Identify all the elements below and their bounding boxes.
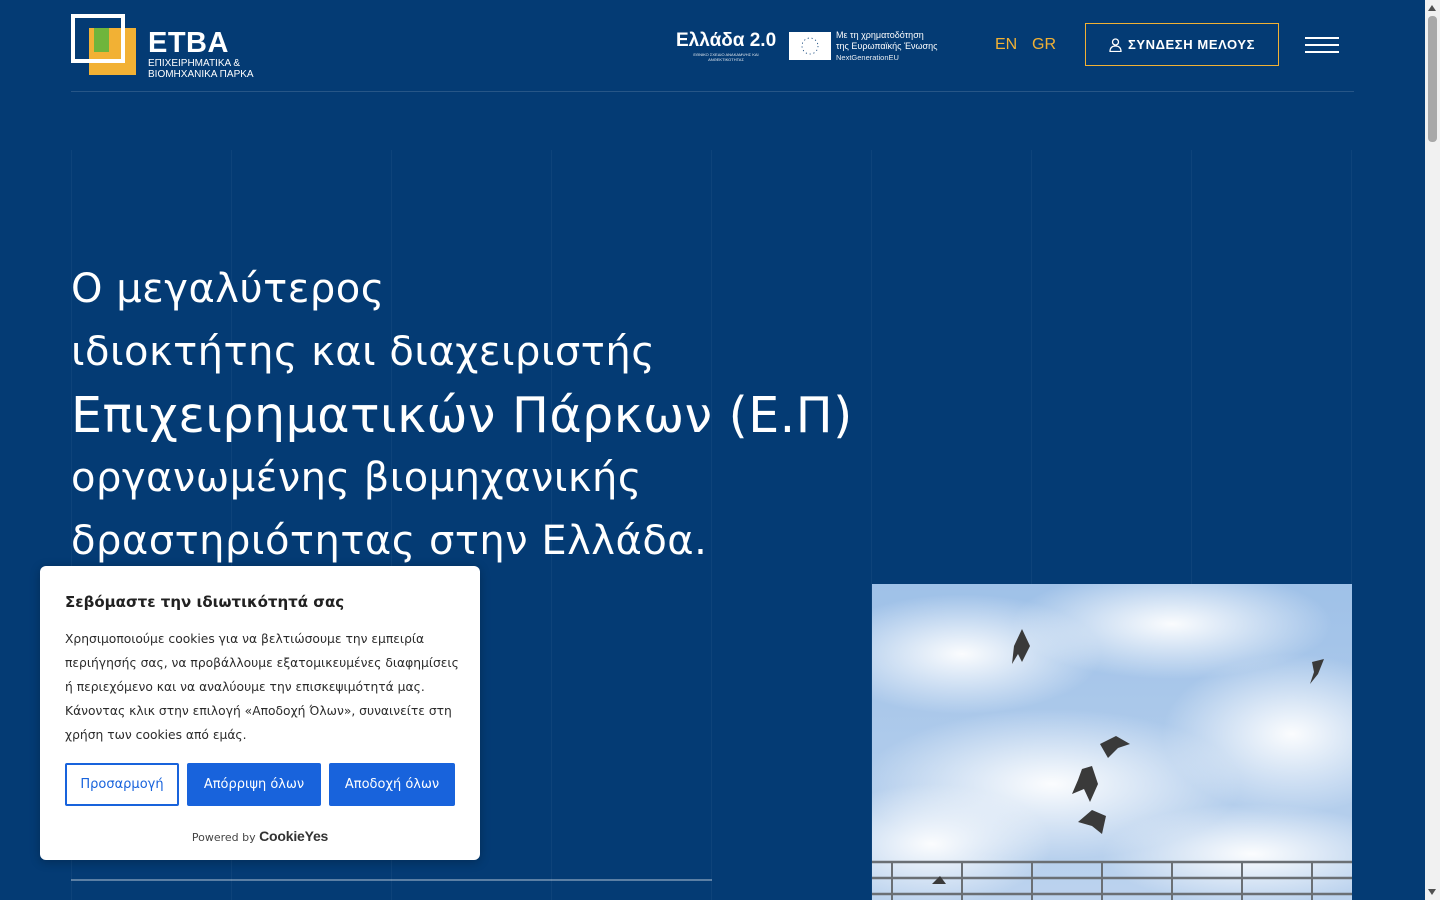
hero-line: ιδιοκτήτης και διαχειριστής bbox=[71, 329, 656, 375]
hero-line: Ο μεγαλύτερος bbox=[71, 266, 385, 312]
member-login-button[interactable]: ΣΥΝΔΕΣΗ ΜΕΛΟΥΣ bbox=[1085, 23, 1279, 66]
cookie-title: Σεβόμαστε την ιδιωτικότητά σας bbox=[65, 593, 345, 611]
eu-funding-line3: NextGenerationEU bbox=[836, 53, 899, 62]
cookie-description: Χρησιμοποιούμε cookies για να βελτιώσουμ… bbox=[65, 632, 459, 742]
member-login-label: ΣΥΝΔΕΣΗ ΜΕΛΟΥΣ bbox=[1127, 37, 1256, 52]
page: ΕΤΒΑ ΕΠΙΧΕΙΡΗΜΑΤΙΚΑ & ΒΙΟΜΗΧΑΝΙΚΑ ΠΑΡΚΑ … bbox=[0, 0, 1425, 900]
hero-line: οργανωμένης βιομηχανικής bbox=[71, 455, 642, 501]
scroll-up-arrow-icon[interactable] bbox=[1428, 5, 1436, 11]
site-logo[interactable]: ΕΤΒΑ ΕΠΙΧΕΙΡΗΜΑΤΙΚΑ & ΒΙΟΜΗΧΑΝΙΚΑ ΠΑΡΚΑ bbox=[71, 14, 254, 80]
logo-mark-icon bbox=[71, 14, 136, 75]
eu-funding-text: Με τη χρηματοδότηση της Ευρωπαϊκής Ένωση… bbox=[836, 30, 956, 63]
hero-line: δραστηριότητας στην Ελλάδα. bbox=[71, 518, 708, 564]
logo-subtitle: ΕΠΙΧΕΙΡΗΜΑΤΙΚΑ & ΒΙΟΜΗΧΑΝΙΚΑ ΠΑΡΚΑ bbox=[148, 58, 254, 80]
greece-2-0-logo[interactable]: Ελλάδα 2.0 ΕΘΝΙΚΟ ΣΧΕΔΙΟ ΑΝΑΚΑΜΨΗΣ ΚΑΙ Α… bbox=[676, 30, 786, 62]
cookie-customize-button[interactable]: Προσαρμογή bbox=[65, 763, 179, 806]
hero-photo-birds-sky bbox=[872, 584, 1352, 900]
eu-funding-line2: της Ευρωπαϊκής Ένωσης bbox=[836, 41, 938, 51]
powered-by-label: Powered by bbox=[191, 831, 256, 844]
eu-funding-line1: Με τη χρηματοδότηση bbox=[836, 30, 924, 40]
cookieyes-brand[interactable]: CookieYes bbox=[259, 828, 328, 844]
greece-2-0-title: Ελλάδα 2.0 bbox=[676, 30, 777, 51]
lang-gr-link[interactable]: GR bbox=[1032, 36, 1056, 54]
hero-line: Επιχειρηματικών Πάρκων (Ε.Π) bbox=[71, 387, 853, 444]
cookie-powered-by: Powered by CookieYes bbox=[40, 828, 480, 844]
eu-flag-icon bbox=[789, 32, 831, 60]
logo-name: ΕΤΒΑ bbox=[148, 27, 229, 59]
greece-2-0-subtitle: ΕΘΝΙΚΟ ΣΧΕΔΙΟ ΑΝΑΚΑΜΨΗΣ ΚΑΙ ΑΝΘΕΚΤΙΚΟΤΗΤ… bbox=[693, 52, 759, 62]
cookie-consent-banner: Σεβόμαστε την ιδιωτικότητά σας Χρησιμοπο… bbox=[40, 566, 480, 860]
section-divider bbox=[71, 879, 712, 881]
page-scrollbar[interactable] bbox=[1425, 0, 1440, 900]
cookie-accept-all-button[interactable]: Αποδοχή όλων bbox=[329, 763, 455, 806]
cookie-reject-all-button[interactable]: Απόρριψη όλων bbox=[187, 763, 321, 806]
lang-en-link[interactable]: EN bbox=[995, 36, 1017, 54]
user-icon bbox=[1109, 37, 1122, 52]
site-header: ΕΤΒΑ ΕΠΙΧΕΙΡΗΜΑΤΙΚΑ & ΒΙΟΜΗΧΑΝΙΚΑ ΠΑΡΚΑ … bbox=[71, 0, 1354, 92]
hero-heading: Ο μεγαλύτερος ιδιοκτήτης και διαχειριστή… bbox=[71, 258, 971, 573]
scroll-down-arrow-icon[interactable] bbox=[1428, 889, 1436, 895]
menu-hamburger-icon[interactable] bbox=[1305, 36, 1339, 54]
scrollbar-thumb[interactable] bbox=[1428, 16, 1437, 142]
